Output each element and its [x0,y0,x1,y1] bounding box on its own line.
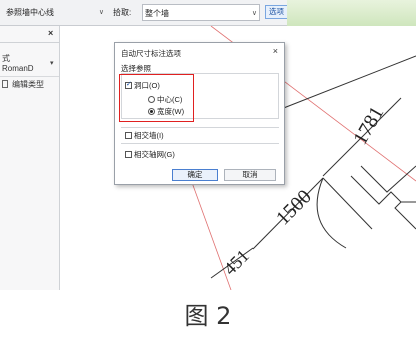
dimension-label-1781: 1781 [349,103,388,149]
checkbox-icon [125,132,132,139]
chevron-down-icon: ∨ [251,10,257,17]
pick-combo[interactable]: 整个墙 ∨ [142,4,260,21]
divider [121,143,279,144]
type-name-line2: RomanD [2,64,34,73]
cancel-button[interactable]: 取消 [224,169,276,181]
options-button[interactable]: 选项 [265,5,288,19]
ok-button[interactable]: 确定 [172,169,218,181]
radio-selected-icon [148,108,155,115]
reference-combo-value: 参照墙中心线 [6,8,54,17]
chevron-down-icon: ∨ [98,9,104,16]
toolbar-background [287,0,416,26]
type-selector[interactable]: 式 RomanD [2,54,34,74]
edit-type-button[interactable]: 编辑类型 [12,79,44,90]
figure-caption: 图 2 [184,302,232,330]
wall-outline [360,165,416,193]
center-radio[interactable]: 中心(C) [148,95,182,104]
intersecting-grids-label: 相交轴网(G) [134,150,175,159]
checkbox-checked-icon [125,80,132,89]
intersecting-grids-checkbox[interactable]: 相交轴网(G) [125,150,175,159]
auto-dimension-options-dialog: 自动尺寸标注选项 × 选择参照 洞口(O) 中心(C) 宽度(W) 相交墙(I)… [114,42,285,185]
properties-panel: × 式 RomanD ▾ 编辑类型 [0,26,60,290]
openings-group [121,73,279,119]
chevron-down-icon[interactable]: ▾ [50,59,54,67]
divider [0,76,59,77]
width-label: 宽度(W) [157,107,185,116]
checkbox-icon [125,151,132,158]
openings-checkbox[interactable]: 洞口(O) [125,80,160,90]
center-label: 中心(C) [157,95,183,104]
type-name-line1: 式 [2,54,10,63]
options-toolbar: 参照墙中心线 ∨ 拾取: 整个墙 ∨ 选项 [0,0,416,26]
divider [121,127,279,128]
door-leaf [322,177,373,230]
reference-combo[interactable]: 参照墙中心线 ∨ [2,4,106,21]
radio-icon [148,96,155,103]
intersecting-walls-checkbox[interactable]: 相交墙(I) [125,131,164,140]
dialog-title: 自动尺寸标注选项 [121,49,181,58]
dimension-line-1781 [275,55,416,112]
edit-type-icon [2,80,8,88]
openings-label: 洞口(O) [134,81,160,90]
width-radio[interactable]: 宽度(W) [148,107,184,116]
pick-label: 拾取: [113,8,132,17]
pick-combo-value: 整个墙 [145,9,169,18]
close-icon[interactable]: × [48,28,53,38]
divider [0,42,59,43]
door-swing-arc [316,177,347,249]
intersecting-walls-label: 相交墙(I) [134,131,164,140]
close-icon[interactable]: × [273,46,278,56]
dimension-label-451: 451 [220,246,253,279]
